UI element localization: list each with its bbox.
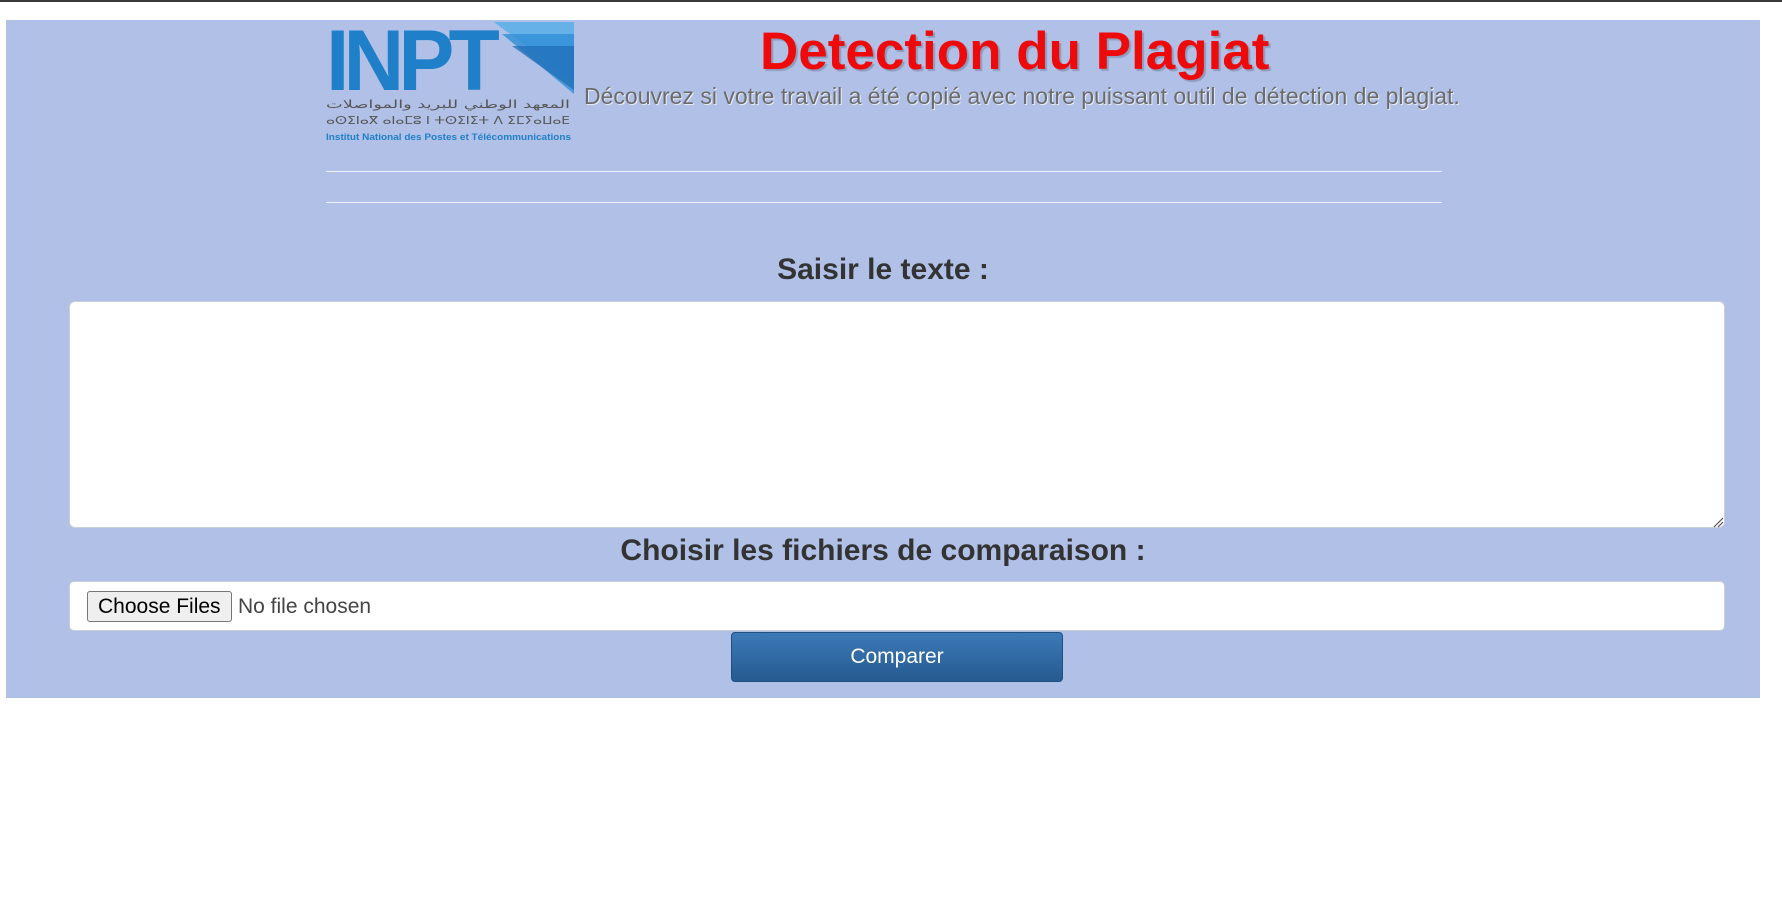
- window-top-border: [0, 0, 1782, 2]
- text-input-label: Saisir le texte :: [777, 253, 989, 286]
- compare-button[interactable]: Comparer: [731, 632, 1063, 682]
- svg-text:INPT: INPT: [326, 20, 499, 109]
- text-input-area[interactable]: [69, 301, 1725, 528]
- files-input-label: Choisir les fichiers de comparaison :: [620, 534, 1146, 567]
- resize-grip-icon[interactable]: [1712, 516, 1724, 528]
- inpt-logo: INPT المعهد الوطني للبريد والمواصلات ⴰⵙⵉ…: [326, 20, 576, 144]
- logo-arabic-text: المعهد الوطني للبريد والمواصلات: [326, 98, 570, 111]
- file-status-text: No file chosen: [238, 595, 372, 618]
- logo-tifinagh-text: ⴰⵙⵉⵏⴰⴳ ⴰⵏⴰⵎⵓ ⵏ ⵜⵙⵉⵏⵉⵜ ⴷ ⵉⵎⵢⴰⵡⴰⴹ: [326, 114, 570, 127]
- logo-caption: Institut National des Postes et Télécomm…: [326, 132, 571, 143]
- divider-bottom: [326, 202, 1442, 203]
- divider-top: [326, 171, 1442, 172]
- page-subtitle: Découvrez si votre travail a été copié a…: [584, 83, 1460, 109]
- file-input[interactable]: Choose Files No file chosen: [69, 581, 1725, 631]
- choose-files-button[interactable]: Choose Files: [87, 591, 232, 622]
- main-panel: INPT المعهد الوطني للبريد والمواصلات ⴰⵙⵉ…: [6, 20, 1760, 698]
- page-title: Detection du Plagiat: [760, 22, 1270, 81]
